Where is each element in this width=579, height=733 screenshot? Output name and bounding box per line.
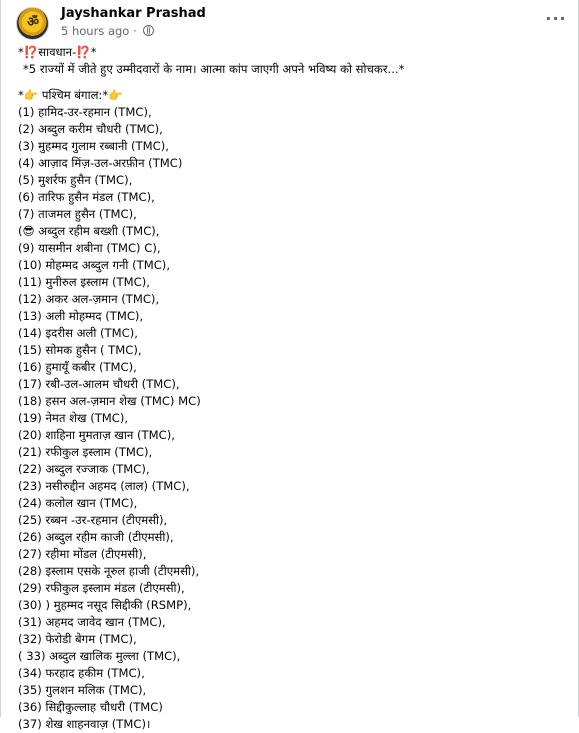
- globe-icon: [143, 25, 155, 36]
- warning-line: *⁉️सावधान-⁉️*: [18, 44, 573, 61]
- candidate-list: (1) हामिद-उर-रहमान (TMC), (2) अब्दुल करीम…: [18, 104, 573, 733]
- pointing-hand-icon: 👉: [108, 88, 123, 102]
- candidate-line: (28) इस्लाम एसके नूरुल हाजी (टीएमसी),: [18, 564, 200, 578]
- candidate-line: (19) नेमत शेख (TMC),: [18, 411, 129, 425]
- warning-mark-icon: ⁉️: [76, 45, 91, 59]
- region-heading: *👉 पश्चिम बंगाल:*👉: [18, 87, 573, 104]
- more-options-icon[interactable]: ···: [544, 9, 568, 28]
- post-timestamp[interactable]: 5 hours ago: [61, 24, 129, 38]
- candidate-line: (6) तारिफ हुसैन मंडल (TMC),: [18, 190, 155, 204]
- candidate-line: (32) फेरोडी बेगम (TMC),: [18, 632, 137, 646]
- candidate-line: (25) रब्बन -उर-रहमान (टीएमसी),: [18, 513, 168, 527]
- region-label: पश्चिम बंगाल:*: [41, 88, 109, 102]
- candidate-line: (14) इदरीस अली (TMC),: [18, 326, 138, 340]
- candidate-line: (36) सिद्दीकुल्लाह चौधरी (TMC): [18, 700, 163, 714]
- candidate-line: (21) रफीकुल इस्लाम (TMC),: [18, 445, 153, 459]
- candidate-line: (18) हसन अल-ज़मान शेख (TMC) MC): [18, 394, 201, 408]
- pointing-hand-icon: 👉: [23, 88, 39, 102]
- candidate-line: (2) अब्दुल करीम चौधरी (TMC),: [18, 122, 163, 136]
- candidate-line: (35) गुलशन मलिक (TMC),: [18, 683, 147, 697]
- candidate-line: (16) हुमायूँ कबीर (TMC),: [18, 360, 137, 374]
- author-name[interactable]: Jayshankar Prashad: [61, 6, 206, 21]
- candidate-line: (13) अली मोहम्मद (TMC),: [18, 309, 144, 323]
- candidate-line: (22) अब्दुल रज्जाक (TMC),: [18, 462, 150, 476]
- warning-text: सावधान-: [38, 45, 77, 59]
- post-meta: 5 hours ago ·: [61, 24, 155, 38]
- candidate-line: (9) यासमीन शबीना (TMC) C),: [18, 241, 161, 255]
- candidate-line: (17) रबी-उल-आलम चौधरी (TMC),: [18, 377, 180, 391]
- candidate-line: ( 33) अब्दुल खालिक मुल्ला (TMC),: [18, 649, 181, 663]
- candidate-line: (31) अहमद जावेद खान (TMC),: [18, 615, 166, 629]
- candidate-line: (15) सोमक हुसैन ( TMC),: [18, 343, 142, 357]
- subtitle-line: *5 राज्यों में जीते हुए उम्मीदवारों के न…: [23, 62, 405, 76]
- candidate-line: (29) रफीकुल इस्लाम मंडल (टीएमसी),: [18, 581, 185, 595]
- candidate-line: (😎 अब्दुल रहीम बख्शी (TMC),: [18, 224, 160, 238]
- candidate-line: (30) ) मुहम्मद नसूद सिद्दीकी (RSMP),: [18, 598, 192, 612]
- candidate-line: (37) शेख शाहनवाज़ (TMC)।: [18, 717, 151, 731]
- avatar[interactable]: ॐ: [16, 7, 49, 40]
- candidate-line: (23) नसीरुद्दीन अहमद (लाल) (TMC),: [18, 479, 190, 493]
- post-header: ॐ Jayshankar Prashad 5 hours ago · ···: [1, 0, 579, 42]
- facebook-post: ॐ Jayshankar Prashad 5 hours ago · ··· *…: [0, 0, 579, 731]
- candidate-line: (12) अकर अल-ज़मान (TMC),: [18, 292, 160, 306]
- post-body: *⁉️सावधान-⁉️* *5 राज्यों में जीते हुए उम…: [18, 44, 573, 733]
- avatar-glyph: ॐ: [27, 15, 39, 30]
- candidate-line: (5) मुशर्रफ हुसैन (TMC),: [18, 173, 133, 187]
- meta-separator: ·: [133, 24, 137, 38]
- candidate-line: (7) ताजमल हुसैन (TMC),: [18, 207, 137, 221]
- candidate-line: (26) अब्दुल रहीम काजी (टीएमसी),: [18, 530, 174, 544]
- candidate-line: (1) हामिद-उर-रहमान (TMC),: [18, 105, 152, 119]
- candidate-line: (24) कलोल खान (TMC),: [18, 496, 138, 510]
- candidate-line: (27) रहीमा मोंडल (टीएमसी),: [18, 547, 147, 561]
- candidate-line: (11) मुनीरुल इस्लाम (TMC),: [18, 275, 150, 289]
- candidate-line: (4) आज़ाद मिंज़-उल-अरफ़ीन (TMC): [18, 156, 183, 170]
- candidate-line: (34) फरहाद हकीम (TMC),: [18, 666, 145, 680]
- warning-mark-icon: ⁉️: [23, 45, 39, 59]
- candidate-line: (10) मोहम्मद अब्दुल गनी (TMC),: [18, 258, 171, 272]
- candidate-line: (3) मुहम्मद गुलाम रब्बानी (TMC),: [18, 139, 169, 153]
- warning-suffix: *: [90, 45, 97, 59]
- candidate-line: (20) शाहिना मुमताज़ खान (TMC),: [18, 428, 175, 442]
